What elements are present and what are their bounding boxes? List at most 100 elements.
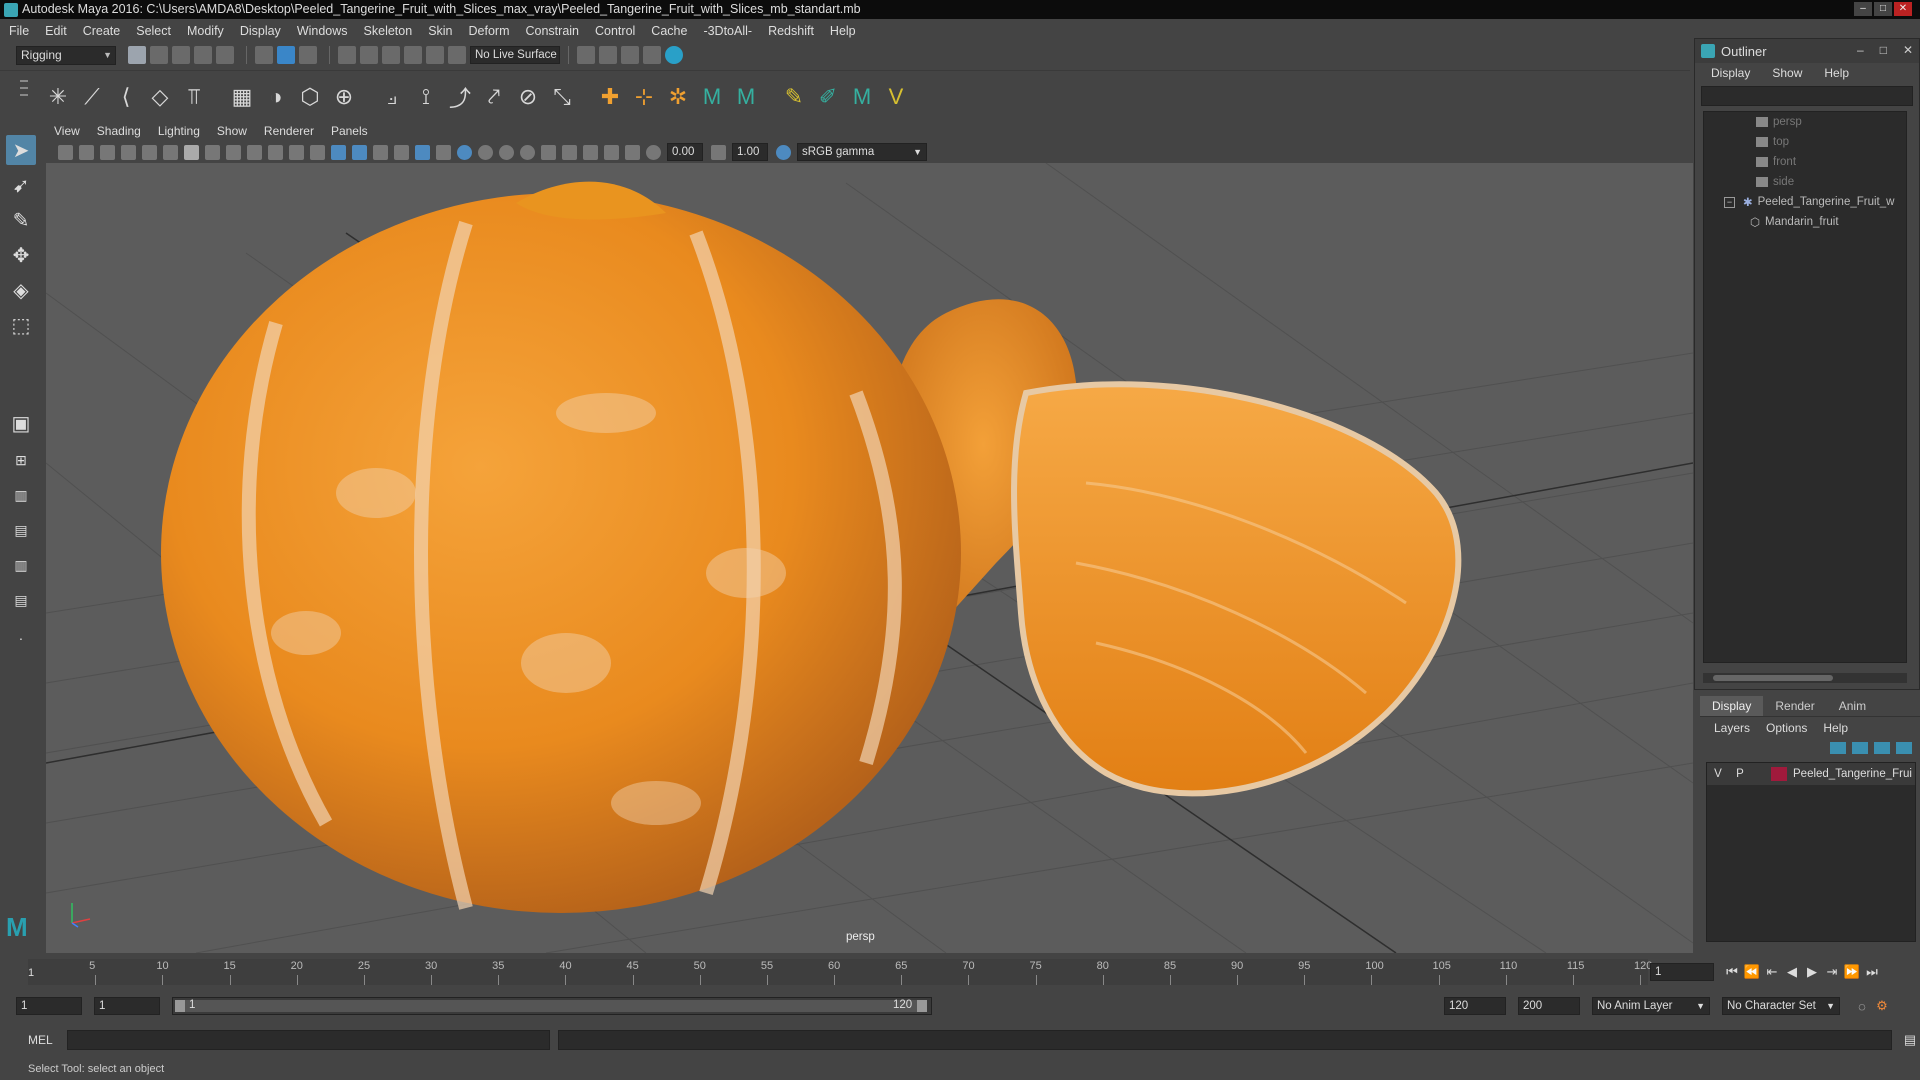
bookmark-icon[interactable] [100,144,115,160]
menu-control[interactable]: Control [595,24,635,38]
play-backwards-icon[interactable]: ◀ [1782,964,1802,980]
wrap-icon[interactable]: ⊕ [330,83,358,111]
hypershade-layout-icon[interactable]: ▤ [6,585,36,615]
mirror-joint-icon[interactable]: ⫪ [180,83,208,111]
resolution-gate-icon[interactable] [226,144,241,160]
current-frame-field[interactable]: 1 [1650,963,1714,981]
insert-joint-icon[interactable]: ◇ [146,83,174,111]
viewport-menu-renderer[interactable]: Renderer [264,124,314,138]
cluster-icon[interactable]: ▦ [228,83,256,111]
render-view-icon[interactable] [577,46,595,64]
quick-rig-icon[interactable]: V [882,83,910,111]
menu-display[interactable]: Display [240,24,281,38]
point-constraint-icon[interactable]: ✚ [596,83,624,111]
end-time-field[interactable]: 200 [1518,997,1580,1015]
snap-point-icon[interactable] [382,46,400,64]
time-slider[interactable]: 1 5 10 15 20 25 30 35 40 45 50 55 60 65 70 75 80 85 90 95 1… [22,955,1656,987]
select-tool-icon[interactable]: ➤ [6,135,36,165]
outliner-maximize-button[interactable]: □ [1880,43,1887,57]
rotate-tool-icon[interactable]: ◈ [6,275,36,305]
character-set-dropdown[interactable]: No Character Set ▼ [1722,997,1840,1015]
go-to-end-icon[interactable]: ⏭ [1862,964,1882,980]
textured-icon[interactable] [415,144,430,160]
outliner-layout-icon[interactable]: ▤ [6,515,36,545]
image-plane-icon[interactable] [121,144,136,160]
maximize-button[interactable]: □ [1874,2,1892,16]
outliner-close-button[interactable]: ✕ [1903,43,1913,57]
move-tool-icon[interactable]: ✥ [6,240,36,270]
viewport-menu-show[interactable]: Show [217,124,247,138]
gamma-icon[interactable] [711,144,726,160]
time-slider-track[interactable]: 1 5 10 15 20 25 30 35 40 45 50 55 60 65 70 75 80 85 90 95 1… [28,959,1652,985]
skin-weight-icon[interactable]: ✎ [780,83,808,111]
exposure-icon[interactable] [646,144,661,160]
menu-help[interactable]: Help [830,24,856,38]
render-settings-icon[interactable] [643,46,661,64]
range-end-handle[interactable] [917,1000,927,1012]
wireframe-on-shaded-icon[interactable] [373,144,388,160]
step-forward-key-icon[interactable]: ⇥ [1822,964,1842,980]
color-space-dropdown[interactable]: sRGB gamma ▼ [797,143,927,161]
tab-render[interactable]: Render [1763,696,1826,716]
safe-action-icon[interactable] [289,144,304,160]
layer-menu-help[interactable]: Help [1823,721,1848,735]
multisample-aa-icon[interactable] [520,144,535,160]
range-slider[interactable]: 1 120 [172,997,932,1015]
outliner-scrollbar[interactable] [1703,673,1907,683]
depth-of-field-icon[interactable] [541,144,556,160]
layer-visibility-toggle[interactable]: V [1707,768,1729,780]
grease-pencil-icon[interactable] [163,144,178,160]
layer-menu-layers[interactable]: Layers [1714,721,1750,735]
select-hierarchy-icon[interactable] [255,46,273,64]
auto-key-icon[interactable]: ◌ [1852,999,1872,1014]
viewport-menu-view[interactable]: View [54,124,80,138]
playback-end-field[interactable]: 120 [1444,997,1506,1015]
paint-select-icon[interactable]: ✎ [6,205,36,235]
magnet-icon[interactable] [448,46,466,64]
outliner-item-side[interactable]: side [1704,172,1906,192]
play-forwards-icon[interactable]: ▶ [1802,964,1822,980]
shadows-icon[interactable] [457,144,472,160]
viewport-menu-lighting[interactable]: Lighting [158,124,200,138]
layer-menu-options[interactable]: Options [1766,721,1807,735]
outliner-minimize-button[interactable]: – [1857,43,1864,57]
menu-modify[interactable]: Modify [187,24,224,38]
hik-character-icon[interactable]: M [732,83,760,111]
shelf-handle[interactable] [20,75,30,119]
snap-grid-icon[interactable] [338,46,356,64]
rigid-bind-icon[interactable]: ⤴ [446,83,474,111]
move-layer-up-icon[interactable] [1830,742,1846,754]
new-empty-layer-icon[interactable] [1874,742,1890,754]
gate-mask-icon[interactable] [247,144,262,160]
skin-cluster-icon[interactable]: ⊘ [514,83,542,111]
close-button[interactable]: ✕ [1894,2,1912,16]
layer-color-swatch[interactable] [1771,767,1787,781]
menu-cache[interactable]: Cache [651,24,687,38]
perspective-viewport[interactable]: persp [46,163,1693,953]
go-to-start-icon[interactable]: ⏮ [1722,964,1742,980]
blend-shape-icon[interactable]: ◑ [262,83,290,111]
orient-constraint-icon[interactable]: ✲ [664,83,692,111]
anim-prefs-icon[interactable]: ⚙ [1872,998,1892,1014]
hypershade-icon[interactable] [665,46,683,64]
snap-live-icon[interactable] [426,46,444,64]
graph-layout-icon[interactable]: ▥ [6,550,36,580]
outliner-item-persp[interactable]: persp [1704,112,1906,132]
lattice-icon[interactable]: ⬡ [296,83,324,111]
field-chart-icon[interactable] [268,144,283,160]
new-scene-icon[interactable] [128,46,146,64]
select-object-icon[interactable] [277,46,295,64]
exposure-field[interactable]: 0.00 [667,143,703,161]
step-forward-frame-icon[interactable]: ⏩ [1842,964,1862,980]
paint-weights-icon[interactable]: ⤤ [480,83,508,111]
more-layouts-icon[interactable]: · [6,623,36,653]
ik-handle-icon[interactable]: ⟋ [78,83,106,111]
tab-anim[interactable]: Anim [1827,696,1878,716]
outliner-item-top[interactable]: top [1704,132,1906,152]
aim-constraint-icon[interactable]: ⊹ [630,83,658,111]
isolate-select-icon[interactable] [562,144,577,160]
color-management-icon[interactable] [776,144,791,160]
save-scene-icon[interactable] [172,46,190,64]
range-start-handle[interactable] [175,1000,185,1012]
select-component-icon[interactable] [299,46,317,64]
